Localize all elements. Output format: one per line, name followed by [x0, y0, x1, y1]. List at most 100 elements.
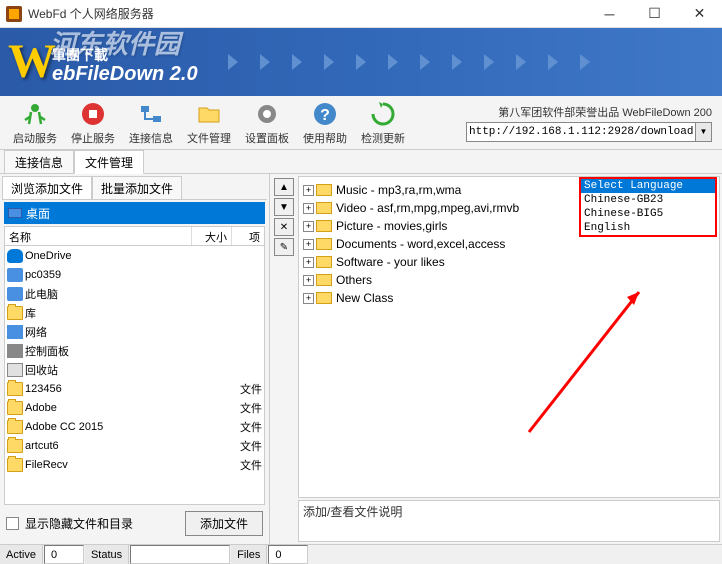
file-row[interactable]: Adobe 文件 [5, 398, 264, 417]
file-name: OneDrive [25, 250, 222, 262]
file-name: 此电脑 [25, 286, 222, 302]
col-size[interactable]: 大小 [192, 227, 232, 245]
nav-edit-button[interactable]: ✎ [274, 238, 294, 256]
url-dropdown-button[interactable]: ▼ [696, 122, 712, 142]
stop-icon [79, 100, 107, 128]
connection-info-button[interactable]: 连接信息 [122, 100, 180, 146]
tree-row[interactable]: + Others [303, 271, 715, 289]
file-row[interactable]: FileRecv 文件 [5, 455, 264, 474]
banner-arrows [228, 54, 590, 70]
tool-label: 使用帮助 [303, 130, 347, 146]
arrow-icon [388, 54, 398, 70]
location-bar[interactable]: 桌面 [4, 202, 265, 224]
arrow-icon [548, 54, 558, 70]
nav-up-button[interactable]: ▲ [274, 178, 294, 196]
show-hidden-checkbox[interactable] [6, 517, 19, 530]
status-active-value: 0 [44, 545, 84, 564]
location-text: 桌面 [26, 205, 50, 222]
settings-button[interactable]: 设置面板 [238, 100, 296, 146]
expand-icon[interactable]: + [303, 257, 314, 268]
help-button[interactable]: ? 使用帮助 [296, 100, 354, 146]
bottom-controls: 显示隐藏文件和目录 添加文件 [2, 505, 267, 542]
file-name: artcut6 [25, 440, 222, 452]
tree-label: Picture - movies,girls [336, 219, 447, 233]
expand-icon[interactable]: + [303, 275, 314, 286]
lang-option[interactable]: English [581, 221, 715, 235]
arrow-icon [516, 54, 526, 70]
folder-icon [7, 458, 23, 472]
folder-tree[interactable]: Select Language Chinese-GB23 Chinese-BIG… [298, 176, 720, 498]
right-pane: ▲ ▼ ✕ ✎ Select Language Chinese-GB23 Chi… [270, 174, 722, 544]
statusbar: Active 0 Status Files 0 [0, 544, 722, 564]
expand-icon[interactable]: + [303, 293, 314, 304]
arrow-icon [260, 54, 270, 70]
file-list-header: 名称 大小 项 [4, 226, 265, 246]
lang-option[interactable]: Chinese-BIG5 [581, 207, 715, 221]
arrow-icon [228, 54, 238, 70]
description-label: 添加/查看文件说明 [299, 501, 719, 522]
arrow-icon [356, 54, 366, 70]
lang-selected[interactable]: Select Language [581, 179, 715, 193]
nav-down-button[interactable]: ▼ [274, 198, 294, 216]
subtab-browse-add[interactable]: 浏览添加文件 [2, 176, 92, 199]
credit-text: 第八军团软件部荣誉出品 WebFileDown 200 [498, 104, 712, 120]
tree-row[interactable]: + New Class [303, 289, 715, 307]
folder-icon [195, 100, 223, 128]
description-area[interactable]: 添加/查看文件说明 [298, 500, 720, 542]
file-name: 123456 [25, 383, 222, 395]
stop-service-button[interactable]: 停止服务 [64, 100, 122, 146]
file-manage-button[interactable]: 文件管理 [180, 100, 238, 146]
logo-w-icon: W [8, 38, 56, 86]
tab-connection[interactable]: 连接信息 [4, 150, 74, 173]
close-button[interactable]: ✕ [677, 0, 722, 28]
tree-label: Documents - word,excel,access [336, 237, 505, 251]
minimize-button[interactable]: ─ [587, 0, 632, 28]
gear-icon [253, 100, 281, 128]
file-list[interactable]: OneDrive pc0359 此电脑 库 网络 控制面板 回收站 123456… [4, 246, 265, 505]
expand-icon[interactable]: + [303, 203, 314, 214]
tree-row[interactable]: + Documents - word,excel,access [303, 235, 715, 253]
file-row[interactable]: 123456 文件 [5, 379, 264, 398]
col-name[interactable]: 名称 [5, 227, 192, 245]
file-row[interactable]: artcut6 文件 [5, 436, 264, 455]
file-row[interactable]: Adobe CC 2015 文件 [5, 417, 264, 436]
subtab-batch-add[interactable]: 批量添加文件 [92, 176, 182, 199]
tree-label: Music - mp3,ra,rm,wma [336, 183, 461, 197]
start-service-button[interactable]: 启动服务 [6, 100, 64, 146]
file-row[interactable]: pc0359 [5, 265, 264, 284]
lang-option[interactable]: Chinese-GB23 [581, 193, 715, 207]
folder-icon [316, 238, 332, 250]
maximize-button[interactable]: ☐ [632, 0, 677, 28]
expand-icon[interactable]: + [303, 221, 314, 232]
url-input[interactable] [466, 122, 696, 142]
tab-file-manage[interactable]: 文件管理 [74, 150, 144, 174]
tree-label: Others [336, 273, 372, 287]
add-file-button[interactable]: 添加文件 [185, 511, 263, 536]
nav-delete-button[interactable]: ✕ [274, 218, 294, 236]
arrow-icon [420, 54, 430, 70]
file-row[interactable]: 此电脑 [5, 284, 264, 303]
network-icon [137, 100, 165, 128]
language-dropdown[interactable]: Select Language Chinese-GB23 Chinese-BIG… [579, 177, 717, 237]
arrow-icon [484, 54, 494, 70]
main-tabs: 连接信息 文件管理 [0, 150, 722, 174]
app-icon [6, 6, 22, 22]
file-name: Adobe [25, 402, 222, 414]
file-row[interactable]: 库 [5, 303, 264, 322]
arrow-icon [452, 54, 462, 70]
folder-icon [7, 401, 23, 415]
status-status-value [130, 545, 230, 564]
expand-icon[interactable]: + [303, 185, 314, 196]
expand-icon[interactable]: + [303, 239, 314, 250]
file-row[interactable]: 控制面板 [5, 341, 264, 360]
tree-row[interactable]: + Software - your likes [303, 253, 715, 271]
file-row[interactable]: OneDrive [5, 246, 264, 265]
banner: W 軍團下載 ebFileDown 2.0 [0, 28, 722, 96]
tree-label: Video - asf,rm,mpg,mpeg,avi,rmvb [336, 201, 519, 215]
file-row[interactable]: 回收站 [5, 360, 264, 379]
col-item[interactable]: 项 [232, 227, 264, 245]
check-update-button[interactable]: 检测更新 [354, 100, 412, 146]
folder-icon [7, 439, 23, 453]
file-row[interactable]: 网络 [5, 322, 264, 341]
toolbar-right: 第八军团软件部荣誉出品 WebFileDown 200 ▼ [466, 104, 716, 142]
